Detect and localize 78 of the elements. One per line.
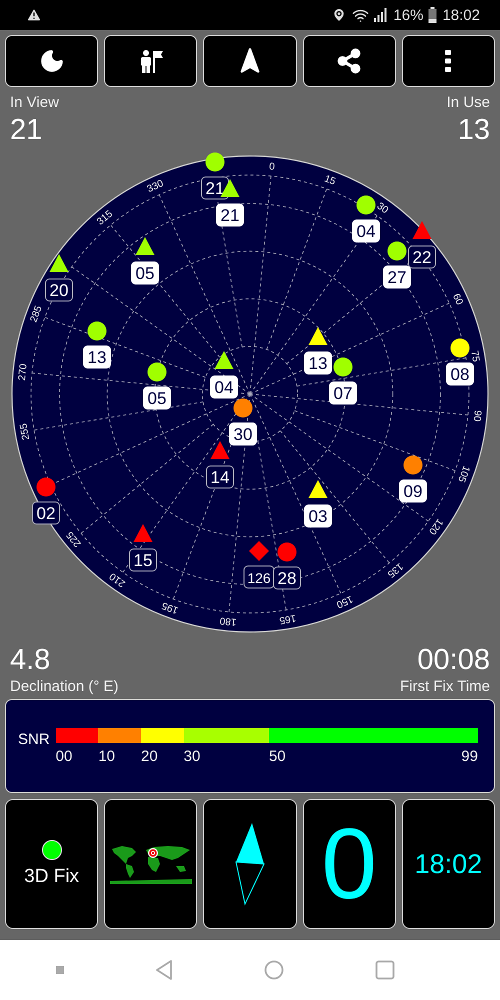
declination-label: Declination (° E) bbox=[10, 677, 119, 697]
satellite-label: 02 bbox=[32, 502, 60, 524]
status-tile[interactable]: 3D Fix bbox=[5, 799, 98, 929]
satellite-label: 13 bbox=[83, 346, 111, 368]
snr-tick: 20 bbox=[140, 748, 158, 764]
speed-value: 0 bbox=[321, 814, 378, 914]
azimuth-label: 270 bbox=[16, 363, 30, 381]
satellite-label: 14 bbox=[206, 466, 234, 488]
satellite-label: 07 bbox=[329, 382, 357, 404]
share-button[interactable] bbox=[302, 35, 396, 87]
declination-value: 4.8 bbox=[10, 643, 50, 677]
warning-icon bbox=[26, 7, 42, 23]
first-fix-time-label: First Fix Time bbox=[400, 677, 490, 697]
azimuth-label: 255 bbox=[18, 422, 32, 441]
battery-percent: 16% bbox=[393, 6, 424, 24]
azimuth-label: 90 bbox=[470, 410, 483, 422]
satellite-label: 08 bbox=[446, 362, 474, 386]
azimuth-label: 330 bbox=[146, 178, 166, 196]
satellite-label: 03 bbox=[304, 504, 332, 528]
status-tile[interactable]: 0 bbox=[302, 799, 396, 929]
azimuth-label: 150 bbox=[334, 592, 354, 610]
satellite-label: 09 bbox=[399, 480, 427, 502]
fix-status: 3D Fix bbox=[24, 866, 80, 888]
in-view-count: 21 bbox=[10, 113, 42, 147]
azimuth-label: 180 bbox=[219, 614, 237, 628]
snr-tick: 10 bbox=[98, 748, 116, 764]
satellite-label: 30 bbox=[229, 422, 257, 446]
person-flag-button[interactable] bbox=[104, 35, 198, 87]
azimuth-label: 210 bbox=[108, 570, 128, 589]
in-use-count: 13 bbox=[458, 113, 490, 147]
satellite-label: 21 bbox=[216, 204, 244, 226]
satellite-label: 126 bbox=[244, 566, 274, 588]
moon-icon bbox=[38, 48, 65, 74]
azimuth-label: 285 bbox=[28, 304, 45, 324]
azimuth-label: 120 bbox=[426, 516, 445, 536]
satellite-label: 05 bbox=[143, 386, 171, 410]
status-time: 18:02 bbox=[442, 6, 480, 24]
azimuth-label: 60 bbox=[450, 292, 465, 307]
clock-time: 18:02 bbox=[414, 848, 482, 880]
snr-label: SNR bbox=[18, 730, 50, 748]
night-mode-button[interactable] bbox=[5, 35, 98, 87]
azimuth-label: 30 bbox=[374, 200, 390, 216]
share-icon bbox=[336, 48, 362, 74]
in-use-label: In Use bbox=[446, 93, 490, 113]
status-tile[interactable] bbox=[104, 799, 198, 929]
azimuth-label: 315 bbox=[95, 208, 115, 228]
azimuth-label: 165 bbox=[278, 612, 297, 626]
azimuth-label: 75 bbox=[468, 350, 482, 363]
menu-button[interactable] bbox=[402, 35, 496, 87]
azimuth-label: 15 bbox=[322, 173, 337, 188]
satellite-label: 27 bbox=[383, 266, 411, 288]
compass-needle-icon bbox=[235, 822, 265, 906]
azimuth-label: 225 bbox=[64, 529, 84, 549]
satellite-label: 22 bbox=[408, 246, 436, 268]
snr-tick: 99 bbox=[461, 748, 478, 764]
in-view-label: In View bbox=[10, 93, 59, 113]
status-tile[interactable] bbox=[203, 799, 297, 929]
snr-tick: 50 bbox=[268, 748, 286, 764]
snr-tick: 00 bbox=[56, 748, 72, 764]
azimuth-label: 135 bbox=[385, 560, 405, 580]
menu-icon bbox=[445, 50, 452, 72]
satellite-label: 15 bbox=[129, 548, 157, 572]
satellite-label: 04 bbox=[210, 376, 238, 398]
first-fix-time-value: 00:08 bbox=[417, 643, 490, 677]
satellite-label: 21 bbox=[201, 176, 229, 200]
status-tile[interactable]: 18:02 bbox=[402, 799, 496, 929]
snr-tick: 30 bbox=[184, 748, 200, 764]
signal-icon bbox=[374, 8, 388, 22]
azimuth-label: 105 bbox=[455, 464, 472, 484]
satellite-label: 05 bbox=[131, 262, 159, 284]
satellite-label: 13 bbox=[304, 352, 332, 374]
satellite-label: 28 bbox=[273, 566, 301, 590]
azimuth-label: 195 bbox=[160, 599, 180, 616]
navigation-button[interactable] bbox=[203, 35, 297, 87]
azimuth-label: 0 bbox=[268, 161, 276, 173]
satellite-label: 20 bbox=[45, 278, 73, 302]
satellite-label: 04 bbox=[352, 220, 380, 242]
battery-icon bbox=[428, 7, 438, 23]
